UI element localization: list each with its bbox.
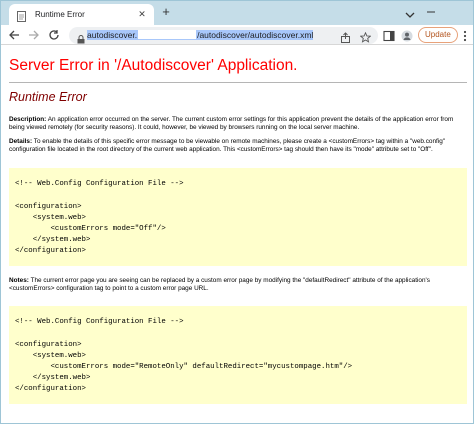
reload-icon[interactable] (47, 28, 61, 42)
description-text: An application error occurred on the ser… (9, 116, 454, 131)
error-subtitle: Runtime Error (9, 90, 87, 104)
notes-label: Notes: (9, 277, 29, 284)
page-title: Server Error in '/Autodiscover' Applicat… (9, 57, 298, 74)
description-label: Description: (9, 116, 47, 123)
tab-search-icon[interactable] (404, 7, 416, 18)
tab-title: Runtime Error (35, 10, 85, 19)
code-block-1-text: <!-- Web.Config Configuration File --> <… (15, 180, 184, 256)
details-label: Details: (9, 138, 33, 145)
notes-paragraph: Notes: The current error page you are se… (9, 277, 469, 293)
lock-icon[interactable] (77, 31, 85, 44)
url-text[interactable]: autodiscover. /autodiscover/autodiscover.… (87, 29, 314, 42)
code-block-2-text: <!-- Web.Config Configuration File --> <… (15, 318, 353, 394)
minimize-icon[interactable] (425, 5, 437, 17)
details-paragraph: Details: To enable the details of this s… (9, 138, 469, 154)
details-text: To enable the details of this specific e… (9, 138, 446, 153)
redacted-hostname (138, 30, 197, 39)
share-icon[interactable] (340, 30, 351, 43)
browser-toolbar: autodiscover. /autodiscover/autodiscover.… (1, 25, 473, 45)
update-button[interactable]: Update (418, 27, 458, 43)
new-tab-button[interactable]: + (159, 5, 173, 19)
back-arrow-icon[interactable] (7, 28, 21, 42)
url-path: /autodiscover/autodiscover.xml (197, 30, 314, 40)
menu-kebab-icon[interactable] (463, 29, 467, 42)
code-block-2: <!-- Web.Config Configuration File --> <… (9, 306, 467, 404)
browser-window: Runtime Error ✕ + autodiscover. /autodisc… (0, 0, 474, 424)
forward-arrow-icon[interactable] (27, 28, 41, 42)
page-content: Server Error in '/Autodiscover' Applicat… (1, 46, 473, 423)
tab-strip: Runtime Error ✕ + (1, 1, 473, 25)
side-panel-icon[interactable] (383, 29, 395, 42)
divider (9, 82, 467, 83)
notes-text: The current error page you are seeing ca… (9, 277, 430, 292)
tab-runtime-error[interactable]: Runtime Error ✕ (9, 4, 154, 25)
page-icon (16, 9, 27, 22)
description-paragraph: Description: An application error occurr… (9, 116, 469, 132)
profile-avatar-icon[interactable] (401, 29, 413, 42)
bookmark-star-icon[interactable] (359, 30, 372, 43)
address-bar[interactable]: autodiscover. /autodiscover/autodiscover.… (69, 27, 378, 44)
url-host: autodiscover. (87, 30, 138, 40)
code-block-1: <!-- Web.Config Configuration File --> <… (9, 168, 467, 266)
close-tab-icon[interactable]: ✕ (136, 9, 148, 21)
